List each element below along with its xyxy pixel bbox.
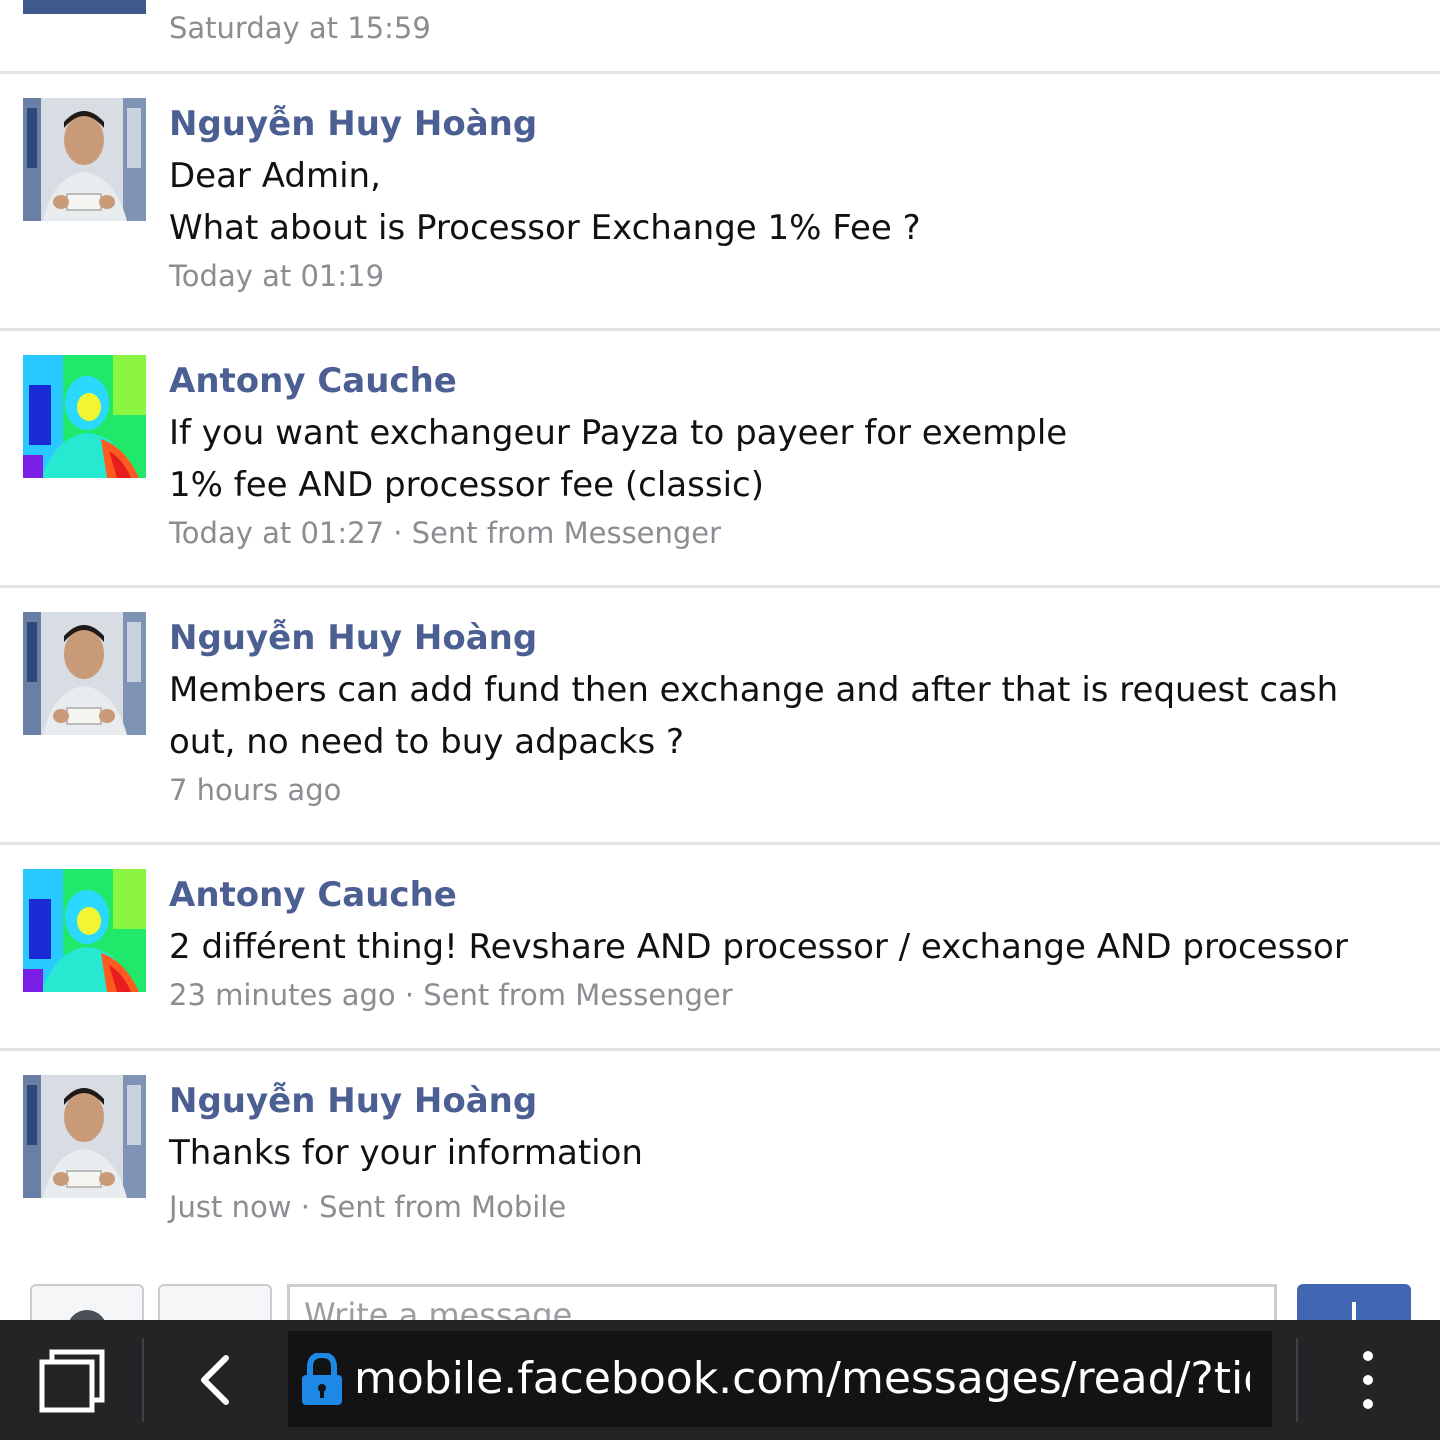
message-item: Nguyễn Huy Hoàng Thanks for your informa… bbox=[0, 1051, 1440, 1281]
message-item: Nguyễn Huy Hoàng Dear Admin, What about … bbox=[0, 74, 1440, 331]
profile-icon bbox=[69, 1310, 105, 1320]
message-meta: 23 minutes ago · Sent from Messenger bbox=[169, 978, 733, 1012]
toolbar-divider bbox=[1296, 1338, 1298, 1422]
sender-name[interactable]: Nguyễn Huy Hoàng bbox=[169, 618, 1409, 658]
tabs-icon bbox=[39, 1349, 105, 1413]
message-item: Nguyễn Huy Hoàng Members can add fund th… bbox=[0, 588, 1440, 845]
message-meta: 7 hours ago bbox=[169, 773, 342, 807]
more-menu-button[interactable] bbox=[1338, 1344, 1398, 1416]
camera-button[interactable] bbox=[30, 1284, 144, 1320]
avatar[interactable] bbox=[23, 0, 146, 14]
avatar-image bbox=[23, 0, 146, 14]
address-bar[interactable]: mobile.facebook.com/messages/read/?tid= bbox=[288, 1331, 1272, 1427]
avatar[interactable] bbox=[23, 98, 146, 221]
message-input[interactable]: Write a message... bbox=[287, 1284, 1277, 1320]
url-text[interactable]: mobile.facebook.com/messages/read/?tid= bbox=[354, 1331, 1250, 1427]
avatar-image bbox=[23, 869, 146, 992]
message-timestamp: Saturday at 15:59 bbox=[169, 11, 431, 45]
sender-name[interactable]: Antony Cauche bbox=[169, 875, 1409, 915]
message-text: Members can add fund then exchange and a… bbox=[169, 670, 1339, 762]
avatar[interactable] bbox=[23, 869, 146, 992]
message-text: If you want exchangeur Payza to payeer f… bbox=[169, 413, 1068, 505]
message-item: Antony Cauche 2 différent thing! Revshar… bbox=[0, 845, 1440, 1051]
message-meta: Today at 01:27 · Sent from Messenger bbox=[169, 516, 722, 550]
avatar[interactable] bbox=[23, 1075, 146, 1198]
message-meta: Just now · Sent from Mobile bbox=[169, 1190, 567, 1224]
send-icon bbox=[1352, 1302, 1356, 1320]
send-button[interactable] bbox=[1297, 1284, 1411, 1320]
back-arrow-icon bbox=[201, 1355, 229, 1405]
lock-icon bbox=[302, 1353, 342, 1405]
avatar-image bbox=[23, 612, 146, 735]
message-item: Antony Cauche If you want exchangeur Pay… bbox=[0, 331, 1440, 588]
back-button[interactable] bbox=[180, 1344, 252, 1416]
attach-button[interactable] bbox=[158, 1284, 272, 1320]
message-item-partial: Saturday at 15:59 bbox=[0, 0, 1440, 74]
toolbar-divider bbox=[142, 1338, 144, 1422]
avatar-image bbox=[23, 355, 146, 478]
avatar-image bbox=[23, 98, 146, 221]
message-composer: Write a message... bbox=[0, 1282, 1440, 1320]
avatar[interactable] bbox=[23, 355, 146, 478]
message-text: 2 différent thing! Revshare AND processo… bbox=[169, 927, 1348, 967]
more-vertical-icon bbox=[1363, 1351, 1373, 1409]
message-meta: Today at 01:19 bbox=[169, 259, 385, 293]
tabs-button[interactable] bbox=[30, 1344, 114, 1416]
avatar-image bbox=[23, 1075, 146, 1198]
avatar[interactable] bbox=[23, 612, 146, 735]
message-text: Thanks for your information bbox=[169, 1133, 643, 1173]
sender-name[interactable]: Antony Cauche bbox=[169, 361, 1409, 401]
browser-toolbar: mobile.facebook.com/messages/read/?tid= bbox=[0, 1320, 1440, 1440]
message-text: Dear Admin, What about is Processor Exch… bbox=[169, 156, 921, 248]
sender-name[interactable]: Nguyễn Huy Hoàng bbox=[169, 104, 1409, 144]
sender-name[interactable]: Nguyễn Huy Hoàng bbox=[169, 1081, 1409, 1121]
